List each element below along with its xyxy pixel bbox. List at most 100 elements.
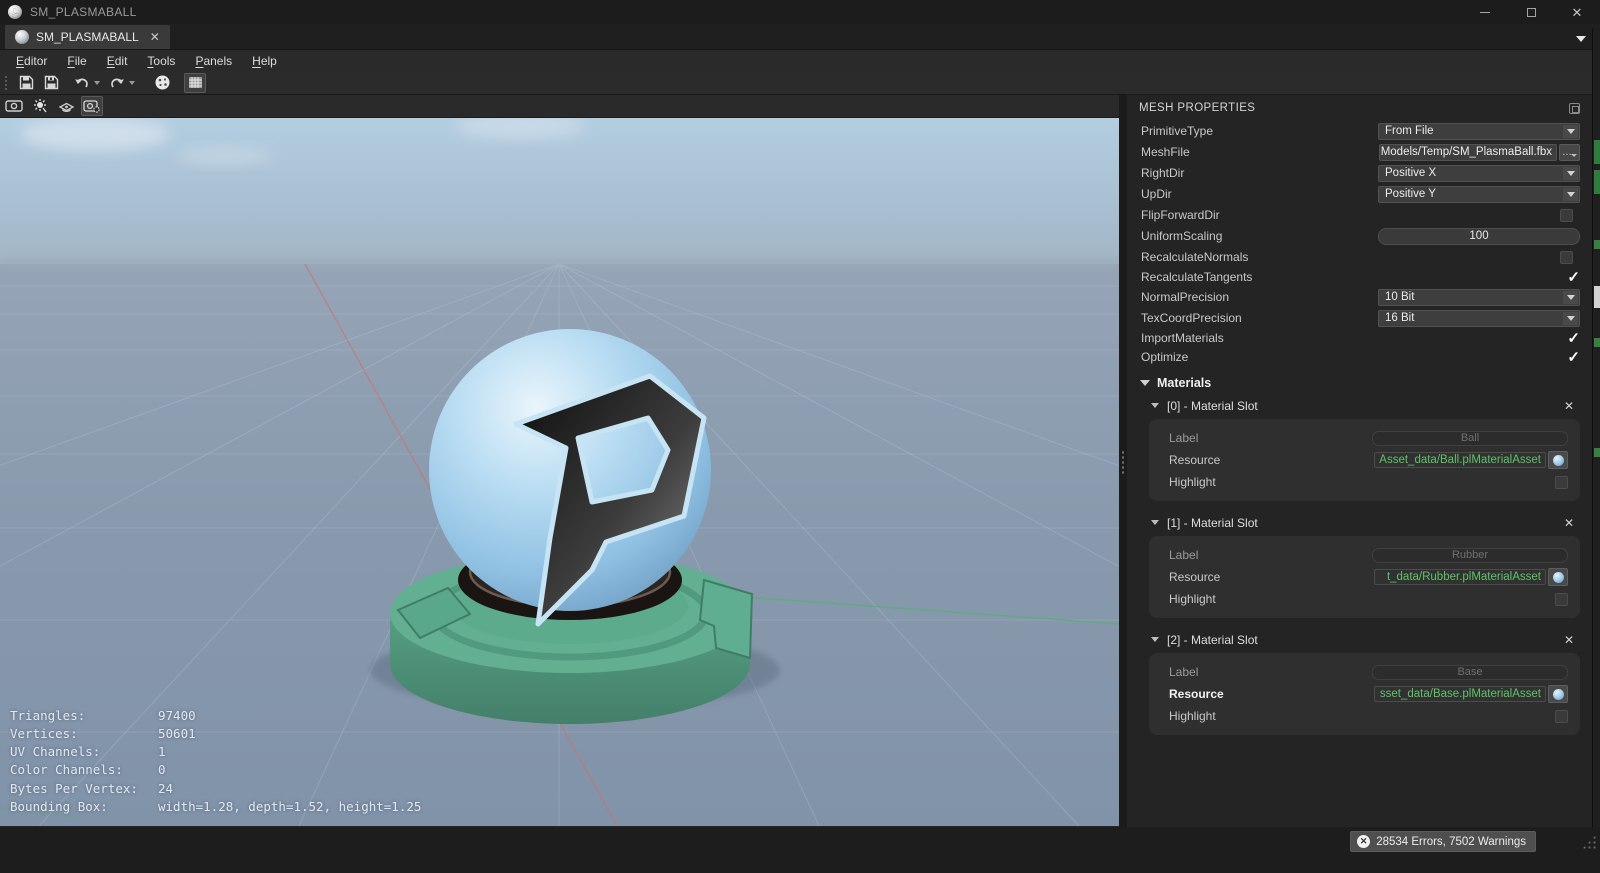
error-circle-icon [1357, 835, 1371, 848]
property-label: PrimitiveType [1141, 124, 1214, 138]
material-slot-2: [2] - Material Slot ✕ Label Base Resourc… [1149, 631, 1580, 735]
browse-file-button[interactable]: … [1559, 143, 1580, 161]
materials-group-header[interactable]: Materials [1127, 372, 1592, 394]
menu-tools[interactable]: Tools [137, 50, 185, 71]
mesh-properties-panel: MESH PROPERTIES PrimitiveType From File … [1127, 95, 1592, 827]
remove-slot-icon[interactable]: ✕ [1564, 516, 1574, 530]
asset-picker-button[interactable] [1548, 685, 1568, 703]
property-label: UniformScaling [1141, 229, 1223, 243]
render-settings-button[interactable] [81, 96, 103, 116]
dropdown-caret-icon [1563, 311, 1578, 325]
close-icon: ✕ [1571, 4, 1583, 20]
remove-slot-icon[interactable]: ✕ [1564, 633, 1574, 647]
main-toolbar [0, 71, 1600, 95]
environment-icon [58, 102, 74, 112]
normal-precision-dropdown[interactable]: 10 Bit [1378, 288, 1580, 306]
sun-light-icon [34, 99, 47, 113]
tab-close-icon[interactable]: ✕ [150, 30, 160, 44]
dropdown-caret-icon [1563, 290, 1578, 304]
environment-button[interactable] [55, 96, 77, 116]
material-label-field[interactable]: Ball [1372, 430, 1568, 446]
camera-view-button[interactable] [3, 96, 25, 116]
lighting-button[interactable] [29, 96, 51, 116]
undock-panel-icon[interactable] [1569, 102, 1580, 114]
recalculate-tangents-checkbox[interactable]: ✓ [1567, 270, 1580, 285]
tab-label: SM_PLASMABALL [36, 30, 139, 44]
maximize-button[interactable] [1508, 0, 1554, 24]
engine-logo-button[interactable] [151, 73, 173, 93]
toolbar-drag-handle[interactable] [4, 74, 9, 91]
tab-sm-plasmaball[interactable]: SM_PLASMABALL ✕ [5, 25, 170, 49]
minimize-button[interactable] [1462, 0, 1508, 24]
redo-button[interactable] [106, 73, 128, 93]
material-thumbnail-icon [1552, 571, 1564, 583]
material-slot-0: [0] - Material Slot ✕ Label Ball Resourc… [1149, 397, 1580, 501]
menu-file[interactable]: File [57, 50, 96, 71]
optimize-checkbox[interactable]: ✓ [1567, 350, 1580, 365]
property-label: RecalculateTangents [1141, 270, 1253, 284]
primitive-type-dropdown[interactable]: From File [1378, 122, 1580, 140]
right-dir-dropdown[interactable]: Positive X [1378, 164, 1580, 182]
save-button[interactable] [15, 73, 37, 93]
maximize-icon [1526, 7, 1536, 17]
import-materials-checkbox[interactable]: ✓ [1567, 331, 1580, 346]
3d-scene-view[interactable]: Triangles: 97400 Vertices: 50601 UV Channe… [0, 118, 1119, 826]
errors-warnings-badge[interactable]: 28534 Errors, 7502 Warnings [1350, 831, 1536, 852]
recalculate-normals-checkbox[interactable] [1560, 250, 1573, 264]
redo-dropdown-icon[interactable] [129, 80, 135, 85]
mesh-file-input[interactable]: Models/Temp/SM_PlasmaBall.fbx [1379, 143, 1557, 161]
panel-title: MESH PROPERTIES [1139, 102, 1256, 114]
panel-splitter[interactable] [1119, 95, 1127, 827]
camera-icon [5, 100, 23, 112]
property-label: NormalPrecision [1141, 290, 1230, 304]
engine-logo-icon [155, 75, 169, 90]
property-row: FlipForwardDir [1127, 205, 1592, 225]
menu-help[interactable]: Help [242, 50, 287, 71]
material-resource-field[interactable]: t_data/Rubber.plMaterialAsset [1374, 569, 1546, 585]
property-row: RightDir Positive X [1127, 163, 1592, 183]
highlight-checkbox[interactable] [1555, 709, 1568, 723]
viewport-panel: Triangles: 97400 Vertices: 50601 UV Channe… [0, 95, 1119, 827]
title-bar: SM_PLASMABALL ✕ [0, 0, 1600, 24]
material-slot-header[interactable]: [2] - Material Slot ✕ [1149, 631, 1580, 648]
material-label-field[interactable]: Base [1372, 664, 1568, 680]
close-button[interactable]: ✕ [1554, 0, 1600, 24]
undo-dropdown-icon[interactable] [94, 80, 100, 85]
property-row: RecalculateNormals [1127, 247, 1592, 267]
asset-picker-button[interactable] [1548, 568, 1568, 586]
up-dir-dropdown[interactable]: Positive Y [1378, 185, 1580, 203]
texcoord-precision-dropdown[interactable]: 16 Bit [1378, 309, 1580, 327]
asset-picker-button[interactable] [1548, 451, 1568, 469]
menu-edit[interactable]: Edit [97, 50, 138, 71]
material-resource-field[interactable]: sset_data/Base.plMaterialAsset [1374, 686, 1546, 702]
material-resource-field[interactable]: Asset_data/Ball.plMaterialAsset [1374, 452, 1546, 468]
window-title: SM_PLASMABALL [30, 5, 137, 19]
tab-list-dropdown-icon[interactable] [1576, 36, 1586, 42]
dropdown-caret-icon [1563, 124, 1578, 138]
docked-panel-edge [1592, 28, 1600, 855]
collapse-caret-icon [1151, 637, 1159, 642]
undo-button[interactable] [71, 73, 93, 93]
material-label-field[interactable]: Rubber [1372, 547, 1568, 563]
dropdown-caret-icon [1563, 166, 1578, 180]
menu-panels[interactable]: Panels [185, 50, 242, 71]
window-resize-grip[interactable] [1582, 835, 1596, 849]
remove-slot-icon[interactable]: ✕ [1564, 399, 1574, 413]
material-slot-header[interactable]: [1] - Material Slot ✕ [1149, 514, 1580, 531]
material-slot-header[interactable]: [0] - Material Slot ✕ [1149, 397, 1580, 414]
panel-header: MESH PROPERTIES [1127, 95, 1592, 121]
flip-forward-dir-checkbox[interactable] [1560, 208, 1573, 222]
property-row: PrimitiveType From File [1127, 121, 1592, 141]
property-label: UpDir [1141, 187, 1172, 201]
highlight-checkbox[interactable] [1555, 592, 1568, 606]
grid-icon [188, 77, 202, 88]
save-all-button[interactable] [40, 73, 62, 93]
material-thumbnail-icon [1552, 688, 1564, 700]
menu-bar: Editor File Edit Tools Panels Help [0, 50, 1600, 71]
save-icon [19, 75, 33, 90]
uniform-scaling-input[interactable]: 100 [1378, 227, 1580, 245]
menu-editor[interactable]: Editor [6, 50, 57, 71]
highlight-checkbox[interactable] [1555, 475, 1568, 489]
grid-toggle-button[interactable] [184, 72, 206, 93]
material-slot-1: [1] - Material Slot ✕ Label Rubber Resou… [1149, 514, 1580, 618]
